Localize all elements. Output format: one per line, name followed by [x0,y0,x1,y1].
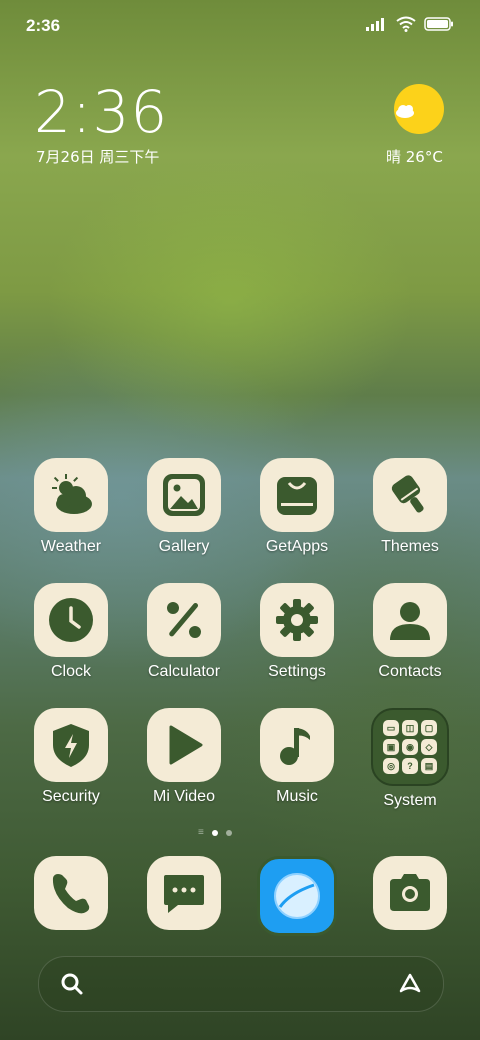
dock-browser[interactable] [247,856,347,936]
app-contacts[interactable]: Contacts [360,583,460,681]
dock-phone[interactable] [21,856,121,930]
mini-app-icon: ▣ [383,739,399,755]
weather-app-icon [34,458,108,532]
app-label: Themes [381,538,439,555]
status-bar: 2:36 [0,0,480,50]
app-label: System [383,792,437,809]
mini-app-icon: ◫ [402,720,418,736]
list-icon: ≡ [198,827,204,838]
app-weather[interactable]: Weather [21,458,121,556]
clock-icon [34,583,108,657]
app-gallery[interactable]: Gallery [134,458,234,556]
mini-app-icon: ◎ [383,758,399,774]
mini-app-icon: ◇ [421,739,437,755]
app-label: Clock [50,663,91,680]
app-security[interactable]: Security [21,708,121,806]
gallery-icon [147,458,221,532]
themes-icon [373,458,447,532]
status-time: 2:36 [26,16,61,35]
messages-icon [147,856,221,930]
signal-icon [366,17,388,36]
mini-app-icon: ▤ [421,758,437,774]
play-icon [147,708,221,782]
status-icons [366,16,454,37]
app-label: Gallery [158,538,210,555]
app-label: Settings [268,663,326,680]
mini-app-icon: ◉ [402,739,418,755]
app-label: Calculator [147,663,221,680]
calculator-icon [147,583,221,657]
app-mi-video[interactable]: Mi Video [134,708,234,806]
security-shield-icon [34,708,108,782]
clock-widget-time[interactable]: 2:36 [34,78,168,146]
app-calculator[interactable]: Calculator [134,583,234,681]
assistant-icon[interactable] [397,971,423,1002]
app-label: Security [42,788,100,805]
getapps-icon [260,458,334,532]
search-icon[interactable] [59,971,85,1002]
app-label: Contacts [378,663,442,680]
browser-icon [257,856,337,936]
phone-icon [34,856,108,930]
page-dot-active [211,830,218,836]
music-note-icon [260,708,334,782]
folder-preview-grid: ▭ ◫ ▢ ▣ ◉ ◇ ◎ ? ▤ [383,720,437,774]
page-indicator: ≡ [198,827,232,838]
page-dot [225,830,232,836]
app-label: Music [276,788,318,805]
camera-icon [373,856,447,930]
dock-messages[interactable] [134,856,234,930]
app-clock[interactable]: Clock [21,583,121,681]
system-folder-icon: ▭ ◫ ▢ ▣ ◉ ◇ ◎ ? ▤ [371,708,449,786]
app-label: Mi Video [153,788,215,805]
contacts-icon [373,583,447,657]
app-settings[interactable]: Settings [247,583,347,681]
dock-camera[interactable] [360,856,460,930]
mini-app-icon: ▢ [421,720,437,736]
app-system-folder[interactable]: ▭ ◫ ▢ ▣ ◉ ◇ ◎ ? ▤ System [360,708,460,810]
app-themes[interactable]: Themes [360,458,460,556]
mini-help-icon: ? [402,758,418,774]
app-getapps[interactable]: GetApps [247,458,347,556]
weather-widget-text[interactable]: 晴 26°C [386,146,443,167]
app-label: GetApps [265,538,329,555]
app-label: Weather [40,538,102,555]
mini-app-icon: ▭ [383,720,399,736]
search-bar[interactable] [38,956,444,1012]
app-music[interactable]: Music [247,708,347,806]
sunny-weather-icon[interactable] [392,84,444,136]
settings-gear-icon [260,583,334,657]
clock-widget-date[interactable]: 7月26日 周三下午 [36,146,159,167]
battery-icon [424,17,454,36]
wifi-icon [396,16,416,37]
